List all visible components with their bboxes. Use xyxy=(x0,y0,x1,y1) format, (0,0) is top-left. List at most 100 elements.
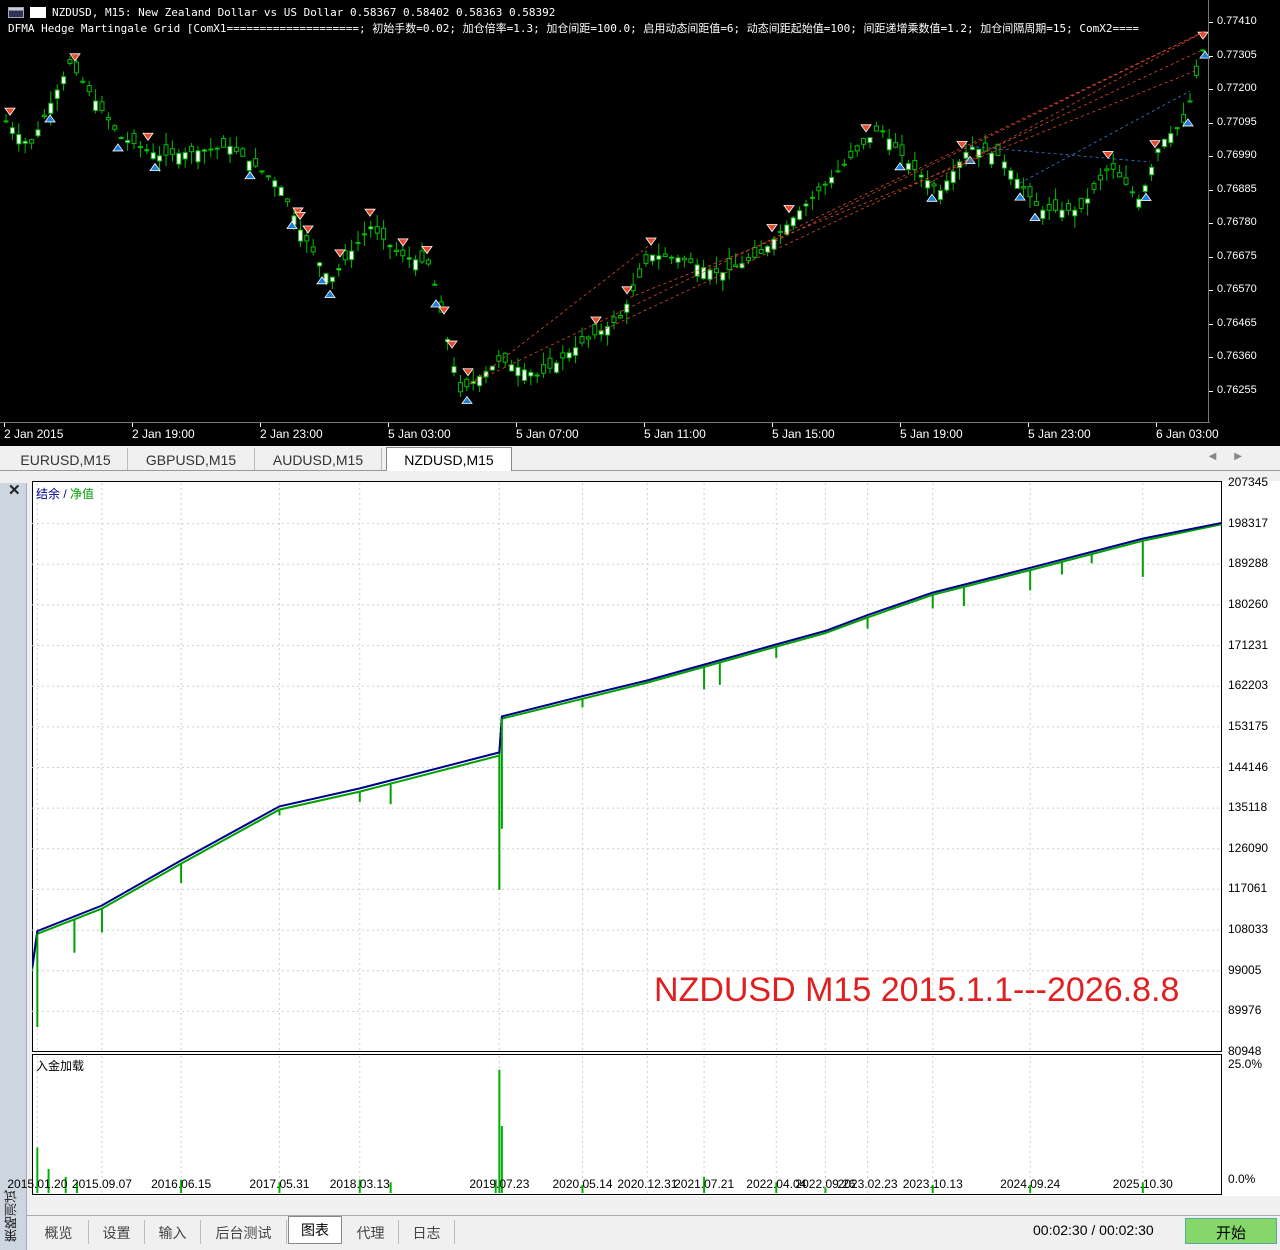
candle-body xyxy=(221,137,227,148)
candle-body xyxy=(797,210,803,220)
candle-body xyxy=(387,244,393,248)
candle-body xyxy=(3,120,9,123)
balance-tick: 180260 xyxy=(1228,596,1269,611)
price-tick: 0.77305 xyxy=(1209,49,1280,61)
candle-body xyxy=(125,139,131,143)
tab-agents[interactable]: 代理 xyxy=(343,1220,399,1244)
chart-header: NZDUSD, M15: New Zealand Dollar vs US Do… xyxy=(8,4,1139,36)
candle-body xyxy=(169,148,175,155)
date-tick: 2020.12.31 xyxy=(617,1177,678,1191)
candle-body xyxy=(163,144,169,156)
sell-arrow-icon xyxy=(142,132,154,141)
candle-body xyxy=(1027,186,1033,198)
candle-body xyxy=(1014,178,1020,189)
sell-arrow-icon xyxy=(860,124,872,133)
candle-body xyxy=(726,258,732,271)
candle-body xyxy=(579,335,585,344)
load-tick-max: 25.0% xyxy=(1228,1057,1263,1071)
candle-body xyxy=(1200,49,1206,52)
candle-body xyxy=(93,100,99,111)
tab-inputs[interactable]: 输入 xyxy=(145,1220,201,1244)
price-chart-window[interactable]: NZDUSD, M15: New Zealand Dollar vs US Do… xyxy=(0,0,1280,446)
candle-body xyxy=(1104,168,1110,171)
candle-body xyxy=(1078,197,1084,209)
tab-journal[interactable]: 日志 xyxy=(399,1220,455,1244)
candle-body xyxy=(393,249,399,252)
tab-settings[interactable]: 设置 xyxy=(89,1220,145,1244)
candle-body xyxy=(675,257,681,263)
candle-body xyxy=(611,316,617,324)
time-tick: 5 Jan 19:00 xyxy=(900,423,963,441)
sell-arrow-icon xyxy=(590,316,602,325)
tester-tab-bar: 概览 设置 输入 后台测试 图表 代理 日志 00:02:30 / 00:02:… xyxy=(27,1215,1280,1250)
balance-tick: 126090 xyxy=(1228,840,1269,855)
candle-body xyxy=(617,314,623,319)
candle-body xyxy=(681,257,687,261)
order-link-line xyxy=(629,70,1196,298)
equity-graph: 结余 / 净值 207345 198317 189288 180260 171231 16… xyxy=(7,475,1280,1196)
candle-body xyxy=(886,138,892,151)
balance-tick: 144146 xyxy=(1228,759,1269,774)
candle-body xyxy=(873,125,879,132)
candle-body xyxy=(809,196,815,199)
candle-body xyxy=(406,257,412,260)
tab-scroll-arrows[interactable]: ◀▶ xyxy=(1209,451,1260,462)
candle-body xyxy=(1033,201,1039,206)
date-tick: 2017.05.31 xyxy=(249,1177,310,1191)
candle-body xyxy=(48,102,54,114)
candle-body xyxy=(182,152,188,160)
buy-arrow-icon xyxy=(112,143,124,152)
price-tick: 0.76885 xyxy=(1209,183,1280,195)
tab-nzdusd[interactable]: NZDUSD,M15 xyxy=(386,447,512,471)
candle-body xyxy=(1008,170,1014,180)
candle-body xyxy=(880,130,886,133)
tab-eurusd[interactable]: EURUSD,M15 xyxy=(4,448,128,470)
tab-audusd[interactable]: AUDUSD,M15 xyxy=(255,448,382,470)
candle-body xyxy=(1046,203,1052,211)
candle-body xyxy=(419,250,425,263)
tab-graph[interactable]: 图表 xyxy=(288,1216,342,1244)
tab-backtest[interactable]: 后台测试 xyxy=(201,1220,287,1244)
flag-icon xyxy=(8,6,24,18)
candle-body xyxy=(214,147,220,150)
tab-gbpusd[interactable]: GBPUSD,M15 xyxy=(128,448,255,470)
balance-y-axis: 207345 198317 189288 180260 171231 162203 1531… xyxy=(1224,475,1280,1058)
trade-markers xyxy=(4,31,1210,404)
candle-body xyxy=(669,256,675,259)
close-icon[interactable]: ✕ xyxy=(8,481,21,499)
sell-arrow-icon xyxy=(766,224,778,233)
price-tick: 0.76465 xyxy=(1209,317,1280,329)
candle-body xyxy=(381,227,387,240)
price-tick: 0.76360 xyxy=(1209,350,1280,362)
candle-body xyxy=(643,254,649,264)
candle-body xyxy=(835,170,841,173)
candle-body xyxy=(969,146,975,151)
tab-overview[interactable]: 概览 xyxy=(29,1220,89,1244)
sell-arrow-icon xyxy=(1102,151,1114,160)
candle-body xyxy=(534,374,540,377)
candle-body xyxy=(713,268,719,274)
start-button[interactable]: 开始 xyxy=(1185,1218,1277,1244)
buy-arrow-icon xyxy=(894,162,906,171)
candle-body xyxy=(195,150,201,163)
price-axis: 0.77410 0.77305 0.77200 0.77095 0.76990 0.768… xyxy=(1208,0,1280,422)
candle-body xyxy=(528,371,534,377)
candle-body xyxy=(73,61,79,74)
candle-body xyxy=(233,147,239,152)
price-tick: 0.77410 xyxy=(1209,15,1280,27)
chart-title: NZDUSD, M15: New Zealand Dollar vs US Do… xyxy=(52,5,556,19)
candle-body xyxy=(649,254,655,262)
candle-body xyxy=(297,229,303,242)
balance-tick: 153175 xyxy=(1228,718,1269,733)
candle-body xyxy=(304,235,310,242)
candle-body xyxy=(918,174,924,178)
candle-body xyxy=(585,336,591,340)
date-tick: 2020.05.14 xyxy=(552,1177,613,1191)
buy-arrow-icon xyxy=(1029,212,1041,221)
equity-graph-canvas xyxy=(32,481,1223,1195)
candle-body xyxy=(950,170,956,184)
candle-body xyxy=(1021,186,1027,189)
elapsed-timer: 00:02:30 / 00:02:30 xyxy=(1033,1222,1154,1238)
price-chart-canvas[interactable] xyxy=(0,0,1210,422)
candle-body xyxy=(521,369,527,381)
